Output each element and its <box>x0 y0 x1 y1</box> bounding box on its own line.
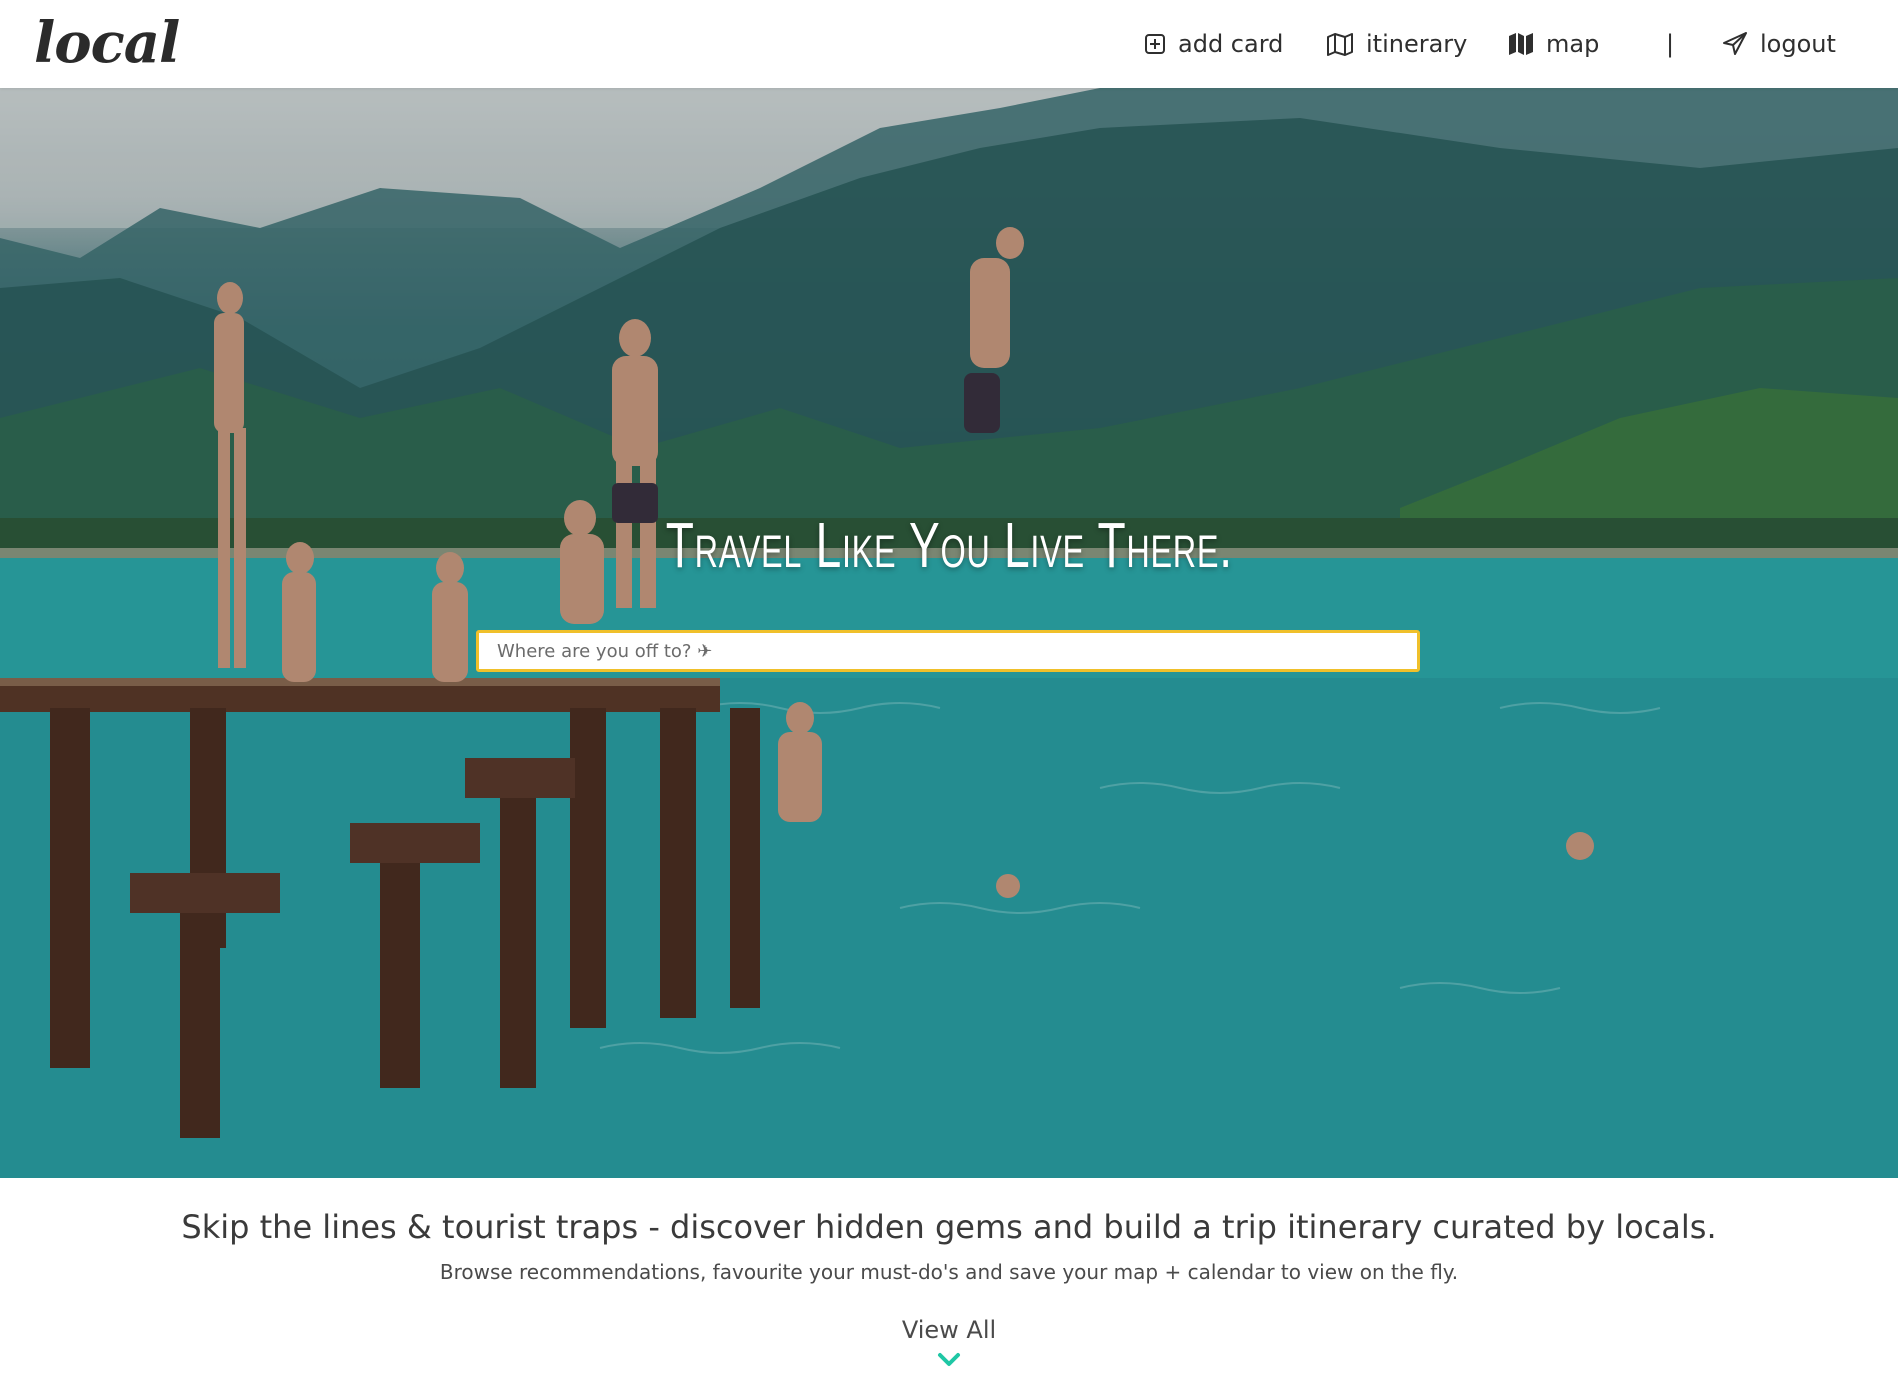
map-filled-icon <box>1508 32 1534 56</box>
destination-search-input[interactable] <box>476 630 1420 672</box>
top-navbar: local add card itinerary map | logout <box>0 0 1898 88</box>
hero-banner: Travel Like You Live There. <box>0 88 1898 1178</box>
nav-add-card-label: add card <box>1178 30 1284 58</box>
map-outline-icon <box>1326 32 1354 56</box>
nav-add-card[interactable]: add card <box>1144 0 1283 88</box>
nav-itinerary[interactable]: itinerary <box>1326 0 1467 88</box>
nav-logout[interactable]: logout <box>1722 0 1836 88</box>
view-all-link[interactable]: View All <box>849 1316 1049 1344</box>
nav-logout-label: logout <box>1760 30 1836 58</box>
nav-separator-text: | <box>1666 30 1675 58</box>
nav-map-label: map <box>1546 30 1600 58</box>
chevron-down-icon[interactable] <box>937 1352 961 1372</box>
intro-tagline: Skip the lines & tourist traps - discove… <box>181 1208 1717 1246</box>
intro-subline: Browse recommendations, favourite your m… <box>439 1260 1459 1284</box>
paper-plane-icon <box>1722 32 1748 56</box>
nav-itinerary-label: itinerary <box>1366 30 1468 58</box>
hero-headline: Travel Like You Live There. <box>665 509 1233 581</box>
plus-square-icon <box>1144 33 1166 55</box>
nav-separator: | <box>1666 0 1674 88</box>
logo[interactable]: local <box>34 8 180 78</box>
nav-map[interactable]: map <box>1508 0 1599 88</box>
